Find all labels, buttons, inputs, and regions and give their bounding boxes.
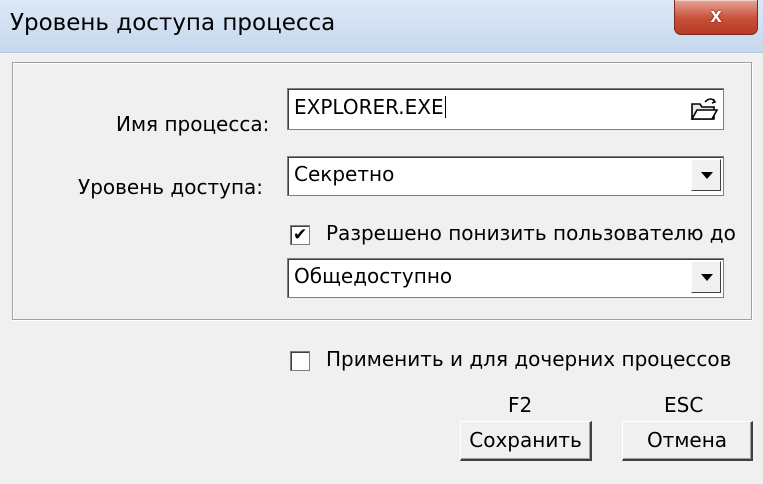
apply-children-checkbox[interactable]	[290, 351, 310, 371]
close-icon: x	[710, 5, 722, 27]
process-name-field[interactable]: EXPLORER.EXE	[287, 88, 724, 130]
save-hotkey-hint: F2	[508, 393, 533, 417]
allow-lower-checkbox[interactable]: ✔	[290, 225, 310, 245]
cancel-hotkey-hint: ESC	[664, 393, 704, 417]
save-button[interactable]: Сохранить	[460, 421, 592, 461]
lower-level-select[interactable]: Общедоступно	[287, 258, 724, 298]
chevron-down-icon[interactable]	[691, 159, 721, 191]
access-level-select[interactable]: Секретно	[287, 156, 724, 196]
close-button[interactable]: x	[674, 0, 758, 35]
cancel-button[interactable]: Отмена	[622, 421, 753, 461]
chevron-down-icon[interactable]	[691, 261, 721, 293]
window-title: Уровень доступа процесса	[10, 10, 336, 36]
process-name-value: EXPLORER.EXE	[294, 95, 446, 119]
lower-level-value: Общедоступно	[294, 264, 453, 288]
open-folder-icon[interactable]	[689, 94, 719, 124]
dialog-window: Уровень доступа процесса x Имя процесса:…	[0, 0, 763, 484]
allow-lower-label: Разрешено понизить пользователю до	[326, 221, 736, 245]
process-name-label: Имя процесса:	[116, 112, 270, 136]
access-level-label: Уровень доступа:	[78, 175, 264, 199]
apply-children-label: Применить и для дочерних процессов	[326, 347, 732, 371]
check-icon: ✔	[293, 225, 308, 245]
access-level-value: Секретно	[294, 162, 395, 186]
title-bar: Уровень доступа процесса x	[0, 0, 763, 53]
